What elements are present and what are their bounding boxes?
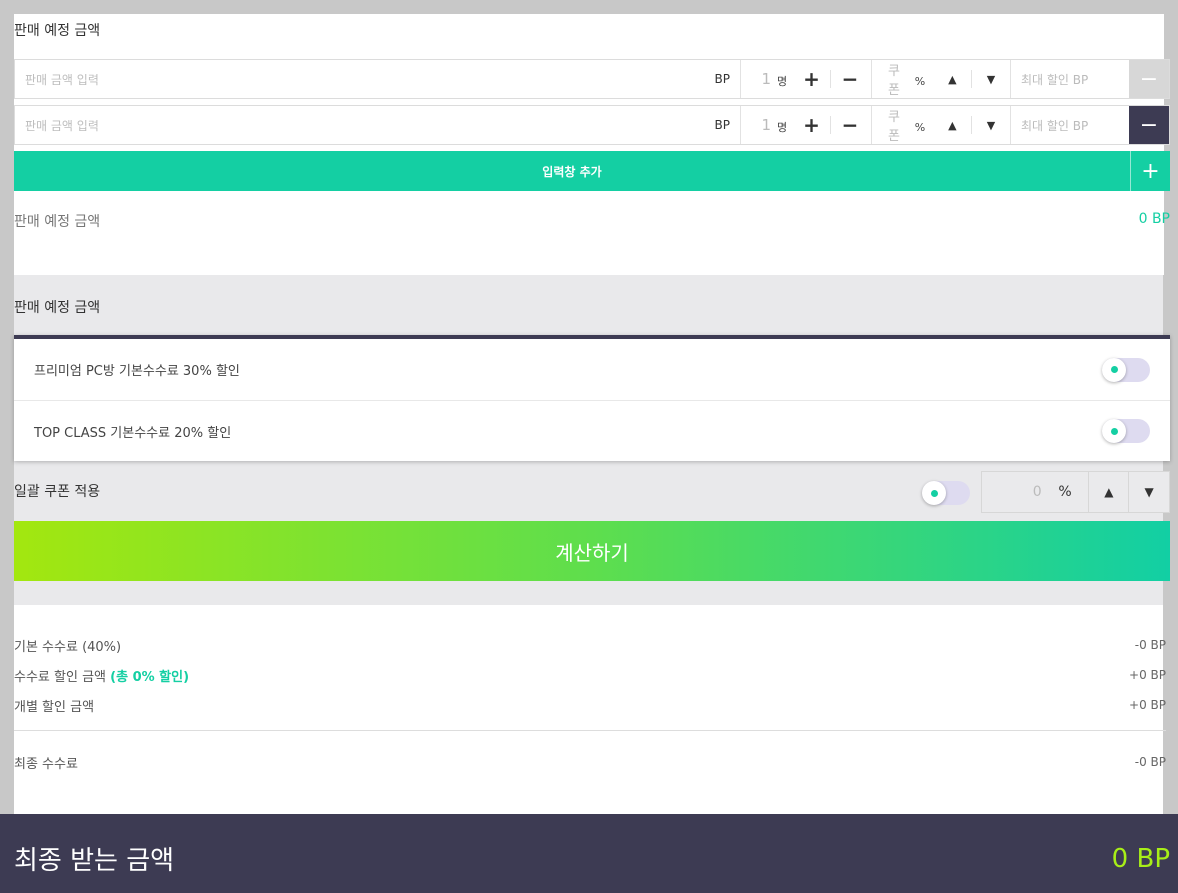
final-amount-value: 0 BP [1111, 843, 1170, 874]
discount-option: 프리미엄 PC방 기본수수료 30% 할인 [14, 339, 1170, 400]
section-title: 판매 예정 금액 [14, 23, 101, 39]
left-gutter [0, 275, 14, 605]
remove-row-button[interactable]: − [1129, 106, 1169, 144]
max-discount-input[interactable]: 최대 할인 BP [1011, 60, 1129, 98]
add-input-row-button[interactable]: 입력창 추가 + [14, 151, 1170, 191]
bulk-coupon-down-button[interactable]: ▼ [1129, 472, 1169, 512]
caret-down-icon: ▼ [986, 72, 996, 86]
individual-discount-value: +0 BP [1129, 698, 1166, 712]
coupon-unit: % [914, 75, 926, 88]
coupon-input[interactable]: 쿠폰 [888, 60, 911, 98]
coupon-stepper: 쿠폰 % ▲ ▼ [872, 106, 1011, 144]
caret-down-icon: ▼ [986, 118, 996, 132]
discount-toggle[interactable] [1102, 357, 1150, 382]
amount-input[interactable]: 판매 금액 입력 BP [15, 106, 741, 144]
coupon-down-button[interactable]: ▼ [972, 73, 1010, 86]
coupon-up-button[interactable]: ▲ [934, 70, 972, 88]
discount-options: 프리미엄 PC방 기본수수료 30% 할인 TOP CLASS 기본수수료 20… [14, 335, 1170, 461]
summary-label: 판매 예정 금액 [14, 214, 101, 230]
top-strip [0, 0, 1178, 14]
coupon-down-button[interactable]: ▼ [972, 119, 1010, 132]
people-count[interactable]: 1 [741, 116, 771, 134]
bulk-coupon-up-button[interactable]: ▲ [1089, 472, 1130, 512]
fee-discount-label-group: 수수료 할인 금액 (총 0% 할인) [14, 666, 189, 685]
individual-discount-row: 개별 할인 금액 +0 BP [14, 690, 1166, 720]
amount-input[interactable]: 판매 금액 입력 BP [15, 60, 741, 98]
discount-section-title: 판매 예정 금액 [14, 300, 101, 316]
toggle-knob [1102, 419, 1126, 443]
people-unit: 명 [777, 74, 788, 88]
amount-placeholder: 판매 금액 입력 [25, 72, 99, 87]
bulk-coupon-unit: % [1042, 472, 1090, 512]
fee-discount-highlight: (총 0% 할인) [110, 669, 190, 685]
toggle-knob [922, 481, 946, 505]
final-amount-label: 최종 받는 금액 [14, 846, 175, 876]
people-plus-button[interactable]: + [793, 113, 831, 137]
amount-unit: BP [714, 118, 730, 132]
calculate-button[interactable]: 계산하기 [14, 521, 1170, 581]
final-fee-label: 최종 수수료 [14, 756, 78, 772]
base-fee-row: 기본 수수료 (40%) -0 BP [14, 630, 1166, 660]
discount-option: TOP CLASS 기본수수료 20% 할인 [14, 400, 1170, 461]
final-fee-value: -0 BP [1134, 755, 1166, 769]
fee-discount-label: 수수료 할인 금액 [14, 669, 106, 685]
coupon-up-button[interactable]: ▲ [934, 116, 972, 134]
fee-breakdown: 기본 수수료 (40%) -0 BP 수수료 할인 금액 (총 0% 할인) +… [14, 630, 1166, 777]
amount-unit: BP [714, 72, 730, 86]
coupon-input[interactable]: 쿠폰 [888, 106, 911, 144]
people-stepper: 1 명 + − [741, 106, 872, 144]
people-count[interactable]: 1 [741, 70, 771, 88]
sale-entry-row: 판매 금액 입력 BP 1 명 + − 쿠폰 % ▲ ▼ 최대 할인 BP − [14, 105, 1170, 145]
caret-up-icon: ▲ [948, 118, 957, 132]
people-unit: 명 [777, 120, 788, 134]
max-discount-input[interactable]: 최대 할인 BP [1011, 106, 1129, 144]
discount-label: TOP CLASS 기본수수료 20% 할인 [34, 425, 232, 441]
divider [14, 730, 1166, 731]
fee-discount-value: +0 BP [1129, 668, 1166, 682]
people-minus-button[interactable]: − [831, 106, 869, 144]
caret-down-icon: ▼ [1144, 485, 1154, 499]
amount-placeholder: 판매 금액 입력 [25, 118, 99, 133]
bulk-coupon-stepper: 0 % ▲ ▼ [981, 471, 1170, 513]
bulk-coupon-toggle[interactable] [922, 481, 970, 505]
final-amount-bar: 최종 받는 금액 0 BP [0, 814, 1178, 893]
discount-toggle[interactable] [1102, 419, 1150, 443]
remove-row-button[interactable]: − [1129, 60, 1169, 98]
caret-up-icon: ▲ [948, 72, 957, 86]
people-stepper: 1 명 + − [741, 60, 872, 98]
people-plus-button[interactable]: + [793, 67, 831, 91]
final-fee-row: 최종 수수료 -0 BP [14, 747, 1166, 777]
summary-value: 0 BP [1138, 211, 1170, 227]
bulk-coupon-label: 일괄 쿠폰 적용 [14, 484, 101, 500]
base-fee-value: -0 BP [1134, 638, 1166, 652]
sale-amount-summary: 판매 예정 금액 0 BP [14, 211, 1170, 231]
individual-discount-label: 개별 할인 금액 [14, 699, 95, 715]
discount-label: 프리미엄 PC방 기본수수료 30% 할인 [34, 364, 240, 379]
coupon-unit: % [914, 121, 926, 134]
base-fee-label: 기본 수수료 (40%) [14, 639, 122, 655]
people-minus-button[interactable]: − [831, 60, 869, 98]
caret-up-icon: ▲ [1104, 485, 1114, 499]
add-input-label: 입력창 추가 [542, 164, 602, 179]
coupon-stepper: 쿠폰 % ▲ ▼ [872, 60, 1011, 98]
fee-discount-row: 수수료 할인 금액 (총 0% 할인) +0 BP [14, 660, 1166, 690]
plus-icon[interactable]: + [1130, 151, 1170, 191]
bulk-coupon-input[interactable]: 0 [982, 472, 1042, 512]
toggle-knob [1102, 357, 1126, 382]
sale-entry-row: 판매 금액 입력 BP 1 명 + − 쿠폰 % ▲ ▼ 최대 할인 BP − [14, 59, 1170, 99]
